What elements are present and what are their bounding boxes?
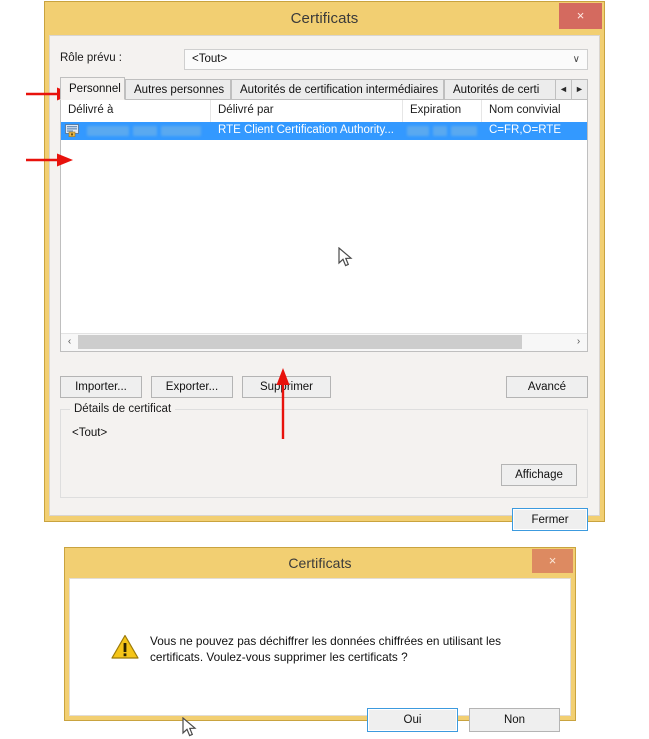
- scroll-left-icon[interactable]: ‹: [61, 334, 78, 350]
- confirm-dialog-body: Vous ne pouvez pas déchiffrer les donnée…: [69, 578, 571, 737]
- scrollbar-thumb[interactable]: [78, 335, 522, 349]
- redaction-block-expiration-3: [451, 126, 477, 136]
- tab-autres-personnes[interactable]: Autres personnes: [125, 79, 231, 100]
- certificate-details-value: <Tout>: [72, 427, 108, 439]
- tab-scroll-right-icon[interactable]: ►: [571, 79, 588, 100]
- redaction-block-issued-to-3: [161, 126, 201, 136]
- column-header-expiration[interactable]: Expiration: [403, 100, 482, 122]
- redaction-block-issued-to-1: [87, 126, 129, 136]
- table-row[interactable]: RTE Client Certification Authority... C=…: [61, 122, 587, 140]
- redaction-block-expiration-2: [433, 126, 447, 136]
- tab-autorites-certification[interactable]: Autorités de certi: [444, 79, 561, 100]
- tab-scroll-left-icon[interactable]: ◄: [555, 79, 572, 100]
- column-header-issued-by[interactable]: Délivré par: [211, 100, 403, 122]
- role-combobox[interactable]: <Tout> ∨: [184, 49, 588, 70]
- certificates-list-header: Délivré à Délivré par Expiration Nom con…: [61, 100, 587, 123]
- tab-personnel[interactable]: Personnel: [60, 77, 125, 100]
- tab-autorites-intermediaires[interactable]: Autorités de certification intermédiaire…: [231, 79, 444, 100]
- role-row: Rôle prévu : <Tout> ∨: [60, 49, 588, 70]
- confirm-message: Vous ne pouvez pas déchiffrer les donnée…: [150, 634, 502, 664]
- tab-scroll-controls: ◄ ►: [555, 79, 588, 100]
- certificate-details-group: Détails de certificat <Tout> Affichage: [60, 403, 588, 498]
- role-label: Rôle prévu :: [60, 52, 123, 64]
- confirm-delete-dialog: Certificats × Vous ne pouvez pas déchiff…: [64, 547, 576, 737]
- warning-icon: [111, 634, 139, 659]
- certificates-title-bar: Certificats ×: [45, 2, 604, 35]
- yes-button[interactable]: Oui: [367, 708, 458, 732]
- no-button[interactable]: Non: [469, 708, 560, 732]
- confirm-title-bar: Certificats ×: [65, 548, 575, 578]
- confirm-window-title: Certificats: [288, 555, 352, 571]
- certificate-store-tabs: Personnel Autres personnes Autorités de …: [60, 77, 588, 100]
- export-button[interactable]: Exporter...: [151, 376, 233, 398]
- certificate-details-title: Détails de certificat: [70, 403, 176, 415]
- cursor-in-confirm-dialog: [182, 717, 197, 737]
- role-combobox-value: <Tout>: [192, 53, 228, 65]
- certificates-dialog-body: Rôle prévu : <Tout> ∨ Personnel Autres p…: [49, 35, 600, 531]
- horizontal-scrollbar[interactable]: ‹ ›: [61, 333, 587, 351]
- certificates-dialog: Certificats × Rôle prévu : <Tout> ∨ Pers…: [44, 1, 605, 531]
- cell-issued-by: RTE Client Certification Authority...: [218, 124, 394, 136]
- redaction-block-issued-to-2: [133, 126, 157, 136]
- chevron-down-icon: ∨: [572, 54, 580, 65]
- scroll-right-icon[interactable]: ›: [570, 334, 587, 350]
- cell-friendly-name: C=FR,O=RTE: [489, 124, 561, 136]
- close-icon[interactable]: ×: [559, 3, 602, 29]
- close-icon[interactable]: ×: [532, 549, 573, 573]
- view-button[interactable]: Affichage: [501, 464, 577, 486]
- certificates-list[interactable]: Délivré à Délivré par Expiration Nom con…: [60, 99, 588, 352]
- close-button[interactable]: Fermer: [512, 508, 588, 531]
- remove-button[interactable]: Supprimer: [242, 376, 331, 398]
- import-button[interactable]: Importer...: [60, 376, 142, 398]
- redaction-block-expiration-1: [407, 126, 429, 136]
- column-header-friendly-name[interactable]: Nom convivial: [482, 100, 598, 122]
- certificate-icon: [65, 124, 79, 137]
- advanced-button[interactable]: Avancé: [506, 376, 588, 398]
- certificates-window-title: Certificats: [290, 10, 359, 27]
- column-header-issued-to[interactable]: Délivré à: [61, 100, 211, 122]
